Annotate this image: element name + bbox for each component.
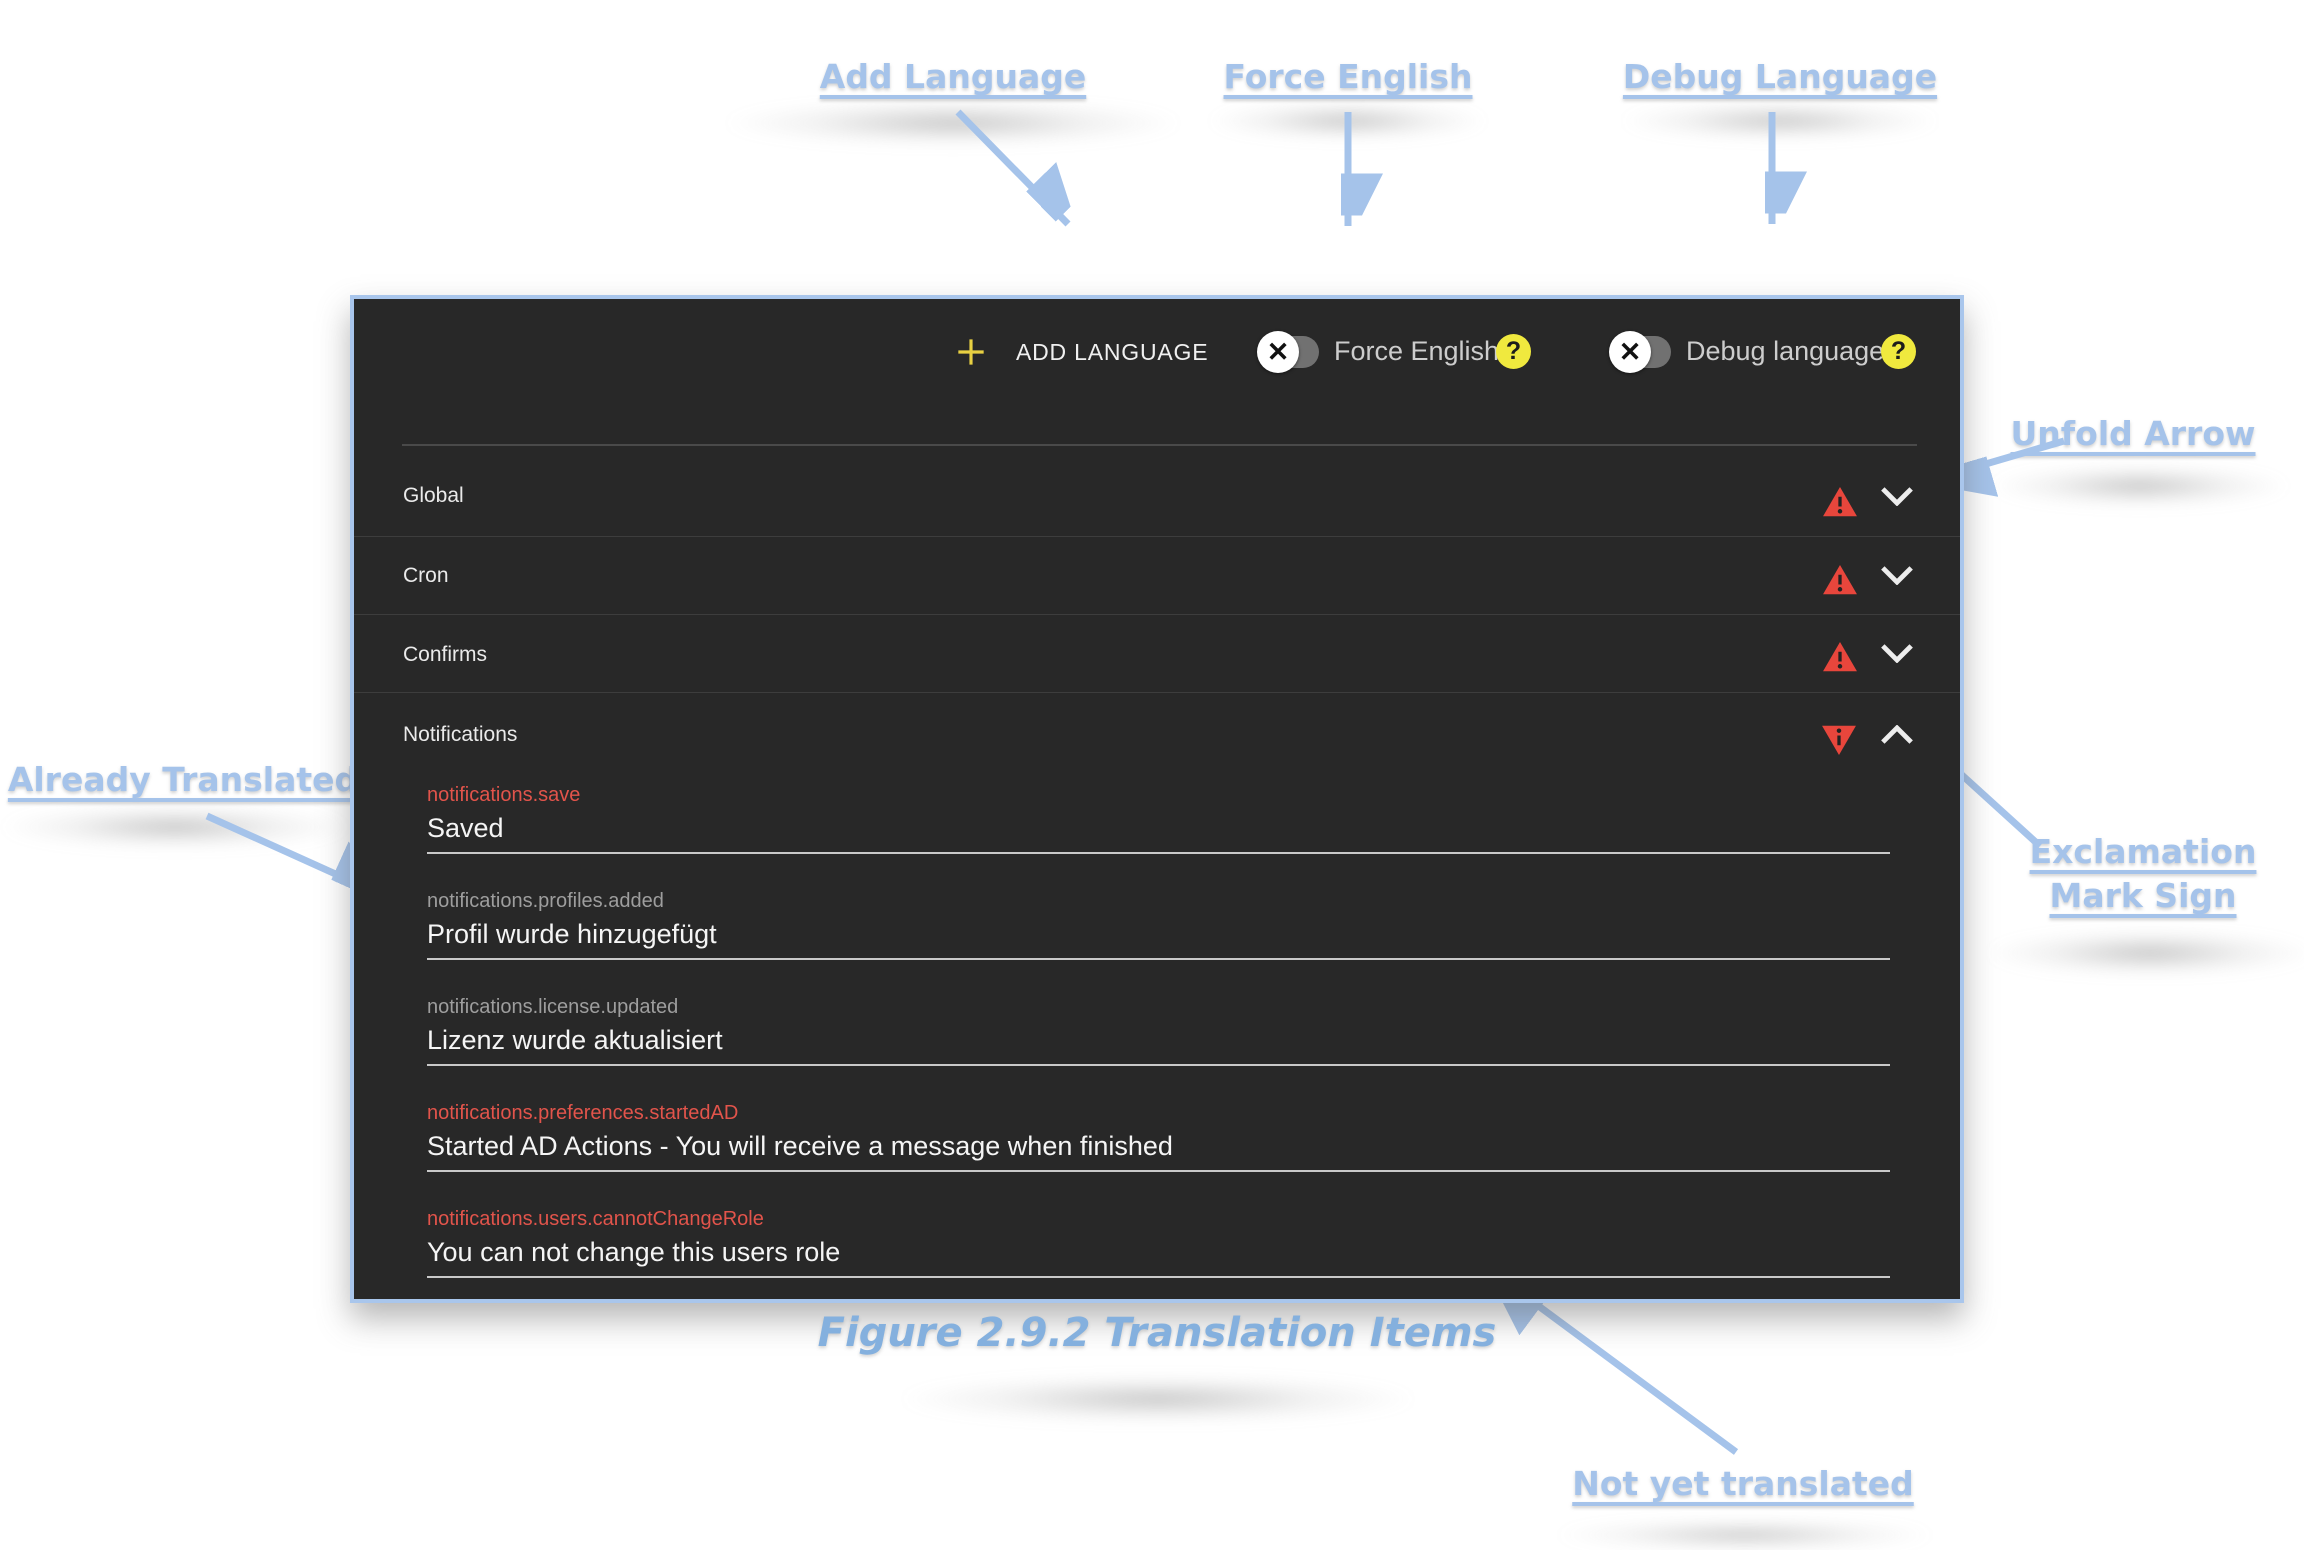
warning-icon <box>1822 564 1858 597</box>
translation-key: notifications.profiles.added <box>427 890 1890 912</box>
shadow-blob <box>1990 465 2290 507</box>
shadow-blob <box>0 805 350 849</box>
group-row-notifications[interactable]: Notifications <box>354 692 1960 770</box>
translation-panel: ADD LANGUAGE ✕ Force English ? ✕ Debug l… <box>350 295 1964 1303</box>
chevron-down-icon[interactable] <box>1880 486 1914 506</box>
group-label: Cron <box>403 564 449 588</box>
translation-item: notifications.license.updated Lizenz wur… <box>427 982 1890 1088</box>
translation-item: notifications.users.cannotChangeRole You… <box>427 1194 1890 1300</box>
input-underline <box>427 1276 1890 1278</box>
group-label: Confirms <box>403 643 487 667</box>
warning-icon <box>1822 641 1858 674</box>
add-language-label: ADD LANGUAGE <box>1016 339 1208 366</box>
debug-language-toggle[interactable]: ✕ <box>1609 330 1673 374</box>
chevron-down-icon[interactable] <box>1880 643 1914 663</box>
group-row-cron[interactable]: Cron <box>354 536 1960 615</box>
shadow-blob <box>1555 1520 1935 1550</box>
translation-value-input[interactable]: Saved <box>427 813 1890 843</box>
input-underline <box>427 1170 1890 1172</box>
translation-value-input[interactable]: Profil wurde hinzugefügt <box>427 919 1890 949</box>
callout-unfold-arrow: Unfold Arrow <box>2011 412 2256 456</box>
input-underline <box>427 958 1890 960</box>
force-english-toggle[interactable]: ✕ <box>1257 330 1321 374</box>
translation-key: notifications.preferences.startedAD <box>427 1102 1890 1124</box>
input-underline <box>427 1064 1890 1066</box>
callout-already-translated: Already Translated <box>8 758 358 802</box>
callout-debug-language: Debug Language <box>1623 55 1937 99</box>
debug-language-help-icon[interactable]: ? <box>1881 334 1916 369</box>
translation-items: notifications.save Saved notifications.p… <box>427 770 1890 1300</box>
chevron-up-icon[interactable] <box>1880 725 1914 745</box>
callout-add-language: Add Language <box>820 55 1086 99</box>
shadow-blob <box>1620 102 1940 140</box>
translation-item: notifications.preferences.startedAD Star… <box>427 1088 1890 1194</box>
callout-exclamation-mark-sign: Exclamation Mark Sign <box>1993 830 2293 918</box>
group-row-global[interactable]: Global <box>354 444 1960 537</box>
toggle-thumb-x-icon: ✕ <box>1609 331 1651 373</box>
shadow-blob <box>723 100 1183 146</box>
warning-inverted-icon <box>1821 724 1857 757</box>
chevron-down-icon[interactable] <box>1880 565 1914 585</box>
translation-value-input[interactable]: Lizenz wurde aktualisiert <box>427 1025 1890 1055</box>
translation-value-input[interactable]: You can not change this users role <box>427 1237 1890 1267</box>
translation-item: notifications.save Saved <box>427 770 1890 876</box>
input-underline <box>427 852 1890 854</box>
shadow-blob <box>898 1375 1418 1423</box>
translation-value-input[interactable]: Started AD Actions - You will receive a … <box>427 1131 1890 1161</box>
debug-language-toggle-label: Debug language <box>1686 336 1884 367</box>
warning-icon <box>1822 486 1858 519</box>
shadow-blob <box>1208 102 1488 140</box>
translation-item: notifications.profiles.added Profil wurd… <box>427 876 1890 982</box>
group-label: Global <box>403 484 464 508</box>
shadow-blob <box>1985 930 2304 976</box>
group-row-confirms[interactable]: Confirms <box>354 614 1960 693</box>
plus-icon <box>952 333 990 371</box>
translation-key: notifications.save <box>427 784 1890 806</box>
group-label: Notifications <box>403 723 517 747</box>
figure-caption: Figure 2.9.2 Translation Items <box>350 1310 1964 1356</box>
translation-key: notifications.users.cannotChangeRole <box>427 1208 1890 1230</box>
force-english-help-icon[interactable]: ? <box>1496 334 1531 369</box>
add-language-button[interactable]: ADD LANGUAGE <box>952 325 1208 379</box>
translation-key: notifications.license.updated <box>427 996 1890 1018</box>
force-english-toggle-label: Force English <box>1334 336 1499 367</box>
callout-not-yet-translated: Not yet translated <box>1572 1462 1914 1506</box>
toggle-thumb-x-icon: ✕ <box>1257 331 1299 373</box>
callout-force-english: Force English <box>1224 55 1473 99</box>
